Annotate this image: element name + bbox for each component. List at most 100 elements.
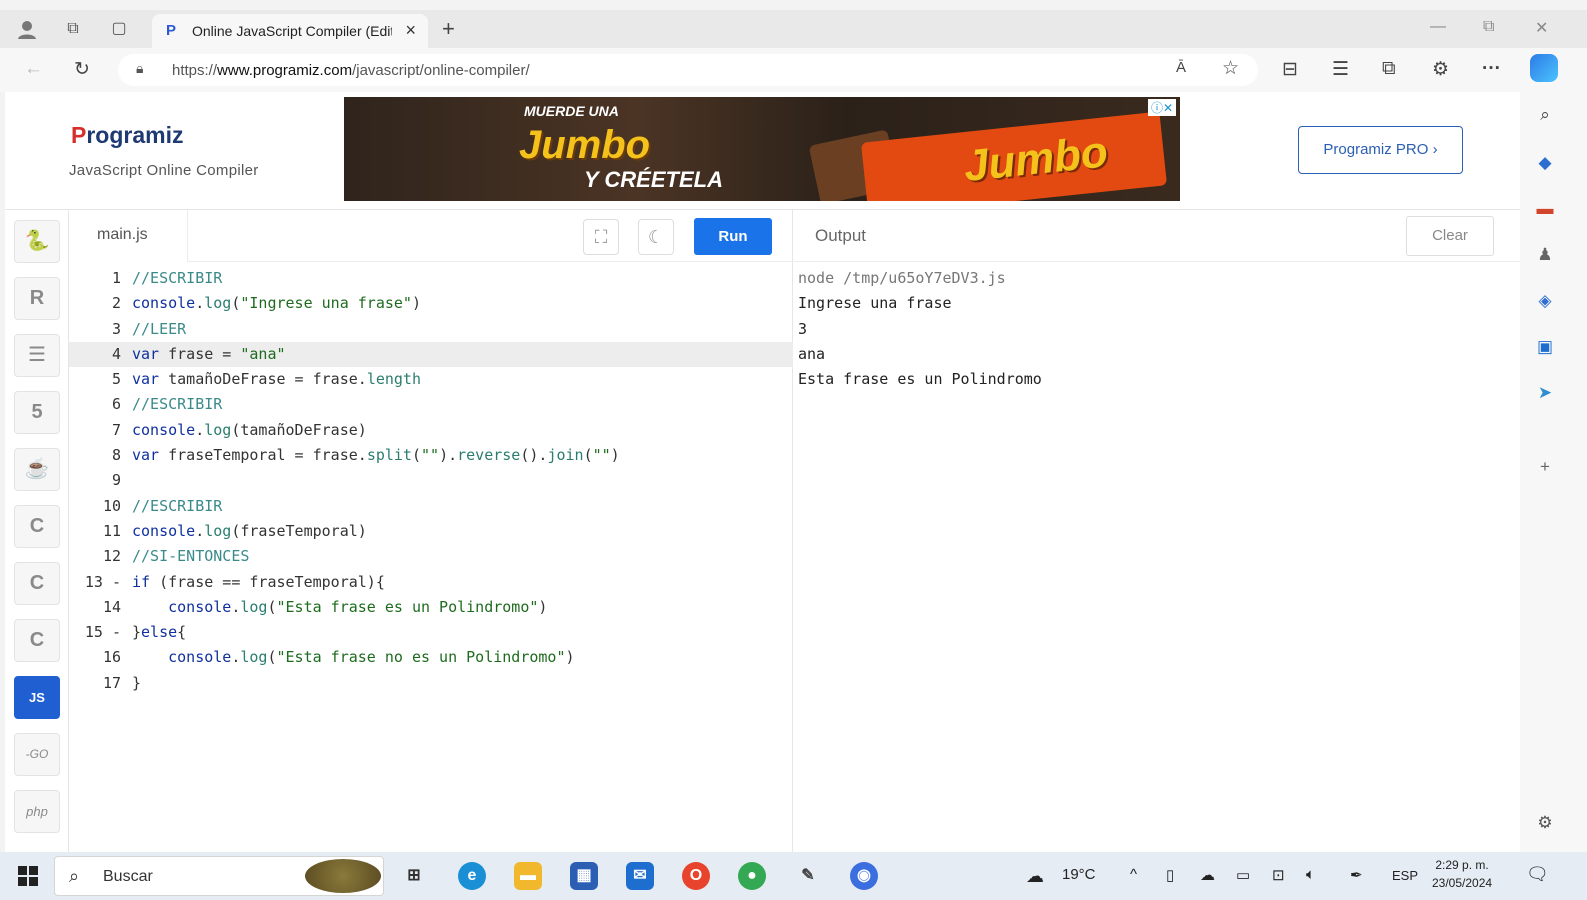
ad-close-icon[interactable]: ⓘ✕	[1147, 99, 1176, 116]
tools-briefcase-icon[interactable]: ▬	[1534, 198, 1556, 220]
refresh-icon[interactable]: ↻	[74, 58, 90, 81]
code-text[interactable]: console.log("Esta frase es un Polindromo…	[132, 595, 547, 620]
restore-icon[interactable]: ⧉	[1483, 18, 1494, 36]
code-area[interactable]: 1 //ESCRIBIR 2 console.log("Ingrese una fra…	[69, 266, 793, 696]
code-text[interactable]: }	[132, 671, 141, 696]
code-text[interactable]: //SI-ENTONCES	[132, 544, 249, 569]
notifications-icon[interactable]: 🗨︎	[1526, 864, 1549, 885]
code-line[interactable]: 13 - if (frase == fraseTemporal){	[69, 570, 793, 595]
collections-icon[interactable]: ⧉	[1382, 58, 1396, 80]
workspaces-icon[interactable]: ⧉	[62, 18, 84, 40]
chrome-icon[interactable]: ●	[738, 862, 766, 890]
extensions-icon[interactable]: ⚙	[1432, 58, 1449, 81]
code-line[interactable]: 6 //ESCRIBIR	[69, 392, 793, 417]
go-language-icon[interactable]: -GO	[14, 733, 60, 776]
add-sidebar-item-icon[interactable]: +	[1534, 456, 1556, 478]
tab-online-javascript-compiler[interactable]: P Online JavaScript Compiler (Edito ×	[152, 14, 428, 48]
code-line[interactable]: 12 //SI-ENTONCES	[69, 544, 793, 569]
code-text[interactable]: console.log(tamañoDeFrase)	[132, 418, 367, 443]
code-line[interactable]: 3 //LEER	[69, 317, 793, 342]
python-language-icon[interactable]: 🐍	[14, 220, 60, 263]
code-line[interactable]: 8 var fraseTemporal = frase.split("").rev…	[69, 443, 793, 468]
sidebar-settings-gear-icon[interactable]: ⚙	[1534, 812, 1556, 834]
code-line[interactable]: 9	[69, 468, 793, 493]
opera-icon[interactable]: O	[682, 862, 710, 890]
code-text[interactable]: var tamañoDeFrase = frase.length	[132, 367, 421, 392]
favorites-list-icon[interactable]: ☰	[1332, 58, 1349, 81]
code-text[interactable]: var frase = "ana"	[132, 342, 286, 367]
shopping-tag-icon[interactable]: ◆	[1534, 152, 1556, 174]
code-text[interactable]: }else{	[132, 620, 186, 645]
code-text[interactable]: //ESCRIBIR	[132, 392, 222, 417]
java-language-icon[interactable]: ☕	[14, 448, 60, 491]
fullscreen-icon[interactable]: ⛶	[583, 219, 619, 255]
pen-icon[interactable]: ✒	[1350, 866, 1363, 884]
c-language-icon[interactable]: C	[14, 505, 60, 548]
programiz-pro-button[interactable]: Programiz PRO ›	[1298, 126, 1463, 174]
paint-icon[interactable]: ✎	[794, 862, 822, 890]
code-text[interactable]: console.log("Esta frase no es un Polindr…	[132, 645, 574, 670]
read-aloud-icon[interactable]: Ā	[1176, 59, 1186, 76]
code-line[interactable]: 11 console.log(fraseTemporal)	[69, 519, 793, 544]
onedrive-cloud-icon[interactable]: ☁	[1200, 866, 1215, 884]
profile-icon[interactable]	[16, 18, 38, 40]
javascript-language-icon[interactable]: JS	[14, 676, 60, 719]
code-line[interactable]: 14 console.log("Esta frase es un Polindr…	[69, 595, 793, 620]
code-line[interactable]: 2 console.log("Ingrese una frase")	[69, 291, 793, 316]
code-line[interactable]: 4 var frase = "ana"	[69, 341, 793, 368]
sql-language-icon[interactable]: ☰	[14, 334, 60, 377]
address-bar[interactable]: 🔒︎ https://www.programiz.com/javascript/…	[118, 54, 1258, 86]
weather-cloud-icon[interactable]: ☁	[1026, 866, 1044, 887]
code-text[interactable]: var fraseTemporal = frase.split("").reve…	[132, 443, 620, 468]
html-language-icon[interactable]: 5	[14, 391, 60, 434]
run-button[interactable]: Run	[694, 218, 772, 255]
tab-actions-icon[interactable]: ▢	[108, 18, 130, 40]
code-line[interactable]: 1 //ESCRIBIR	[69, 266, 793, 291]
dark-mode-moon-icon[interactable]: ☾	[638, 219, 674, 255]
code-text[interactable]: console.log(fraseTemporal)	[132, 519, 367, 544]
code-text[interactable]: //LEER	[132, 317, 186, 342]
r-language-icon[interactable]: R	[14, 277, 60, 320]
code-text[interactable]: if (frase == fraseTemporal){	[132, 570, 385, 595]
cpp-language-icon[interactable]: C	[14, 562, 60, 605]
code-line[interactable]: 16 console.log("Esta frase no es un Poli…	[69, 645, 793, 670]
code-text[interactable]: //ESCRIBIR	[132, 494, 222, 519]
mail-icon[interactable]: ✉	[626, 862, 654, 890]
minimize-icon[interactable]: —	[1430, 18, 1446, 36]
csharp-language-icon[interactable]: C	[14, 619, 60, 662]
search-icon[interactable]: ⌕	[1534, 104, 1556, 126]
microsoft-store-icon[interactable]: ▦	[570, 862, 598, 890]
taskbar-clock[interactable]: 2:29 p. m. 23/05/2024	[1432, 856, 1492, 892]
code-line[interactable]: 7 console.log(tamañoDeFrase)	[69, 418, 793, 443]
code-line[interactable]: 15 -}else{	[69, 620, 793, 645]
favorite-star-icon[interactable]: ☆	[1222, 57, 1239, 80]
input-language-indicator[interactable]: ESP	[1392, 868, 1418, 883]
weather-temperature[interactable]: 19°C	[1062, 866, 1096, 883]
games-icon[interactable]: ♟	[1534, 244, 1556, 266]
close-window-icon[interactable]: ✕	[1535, 18, 1548, 38]
office-icon[interactable]: ◈	[1534, 290, 1556, 312]
file-tab-main-js[interactable]: main.js	[69, 210, 188, 262]
taskbar-search-box[interactable]: ⌕ Buscar	[54, 856, 384, 896]
file-explorer-icon[interactable]: ▬	[514, 862, 542, 890]
new-tab-button[interactable]: +	[442, 16, 455, 42]
network-icon[interactable]: ⊡	[1272, 866, 1285, 884]
telegram-icon[interactable]: ➤	[1534, 382, 1556, 404]
code-line[interactable]: 17}	[69, 671, 793, 696]
windows-start-icon[interactable]	[18, 866, 38, 886]
code-line[interactable]: 5 var tamañoDeFrase = frase.length	[69, 367, 793, 392]
discord-icon[interactable]: ◉	[850, 862, 878, 890]
back-arrow-icon[interactable]: ←	[24, 58, 43, 80]
php-language-icon[interactable]: php	[14, 790, 60, 833]
battery-icon[interactable]: ▭	[1236, 866, 1250, 884]
edge-browser-icon[interactable]: e	[458, 862, 486, 890]
code-line[interactable]: 10 //ESCRIBIR	[69, 494, 793, 519]
meet-now-icon[interactable]: ▯	[1166, 866, 1174, 884]
split-screen-icon[interactable]: ⊟	[1282, 58, 1298, 81]
more-menu-icon[interactable]: ···	[1482, 58, 1501, 80]
clear-button[interactable]: Clear	[1406, 216, 1494, 256]
code-text[interactable]: //ESCRIBIR	[132, 266, 222, 291]
code-text[interactable]: console.log("Ingrese una frase")	[132, 291, 421, 316]
show-hidden-icons-chevron-icon[interactable]: ^	[1130, 866, 1137, 883]
lock-icon[interactable]: 🔒︎	[136, 60, 143, 77]
